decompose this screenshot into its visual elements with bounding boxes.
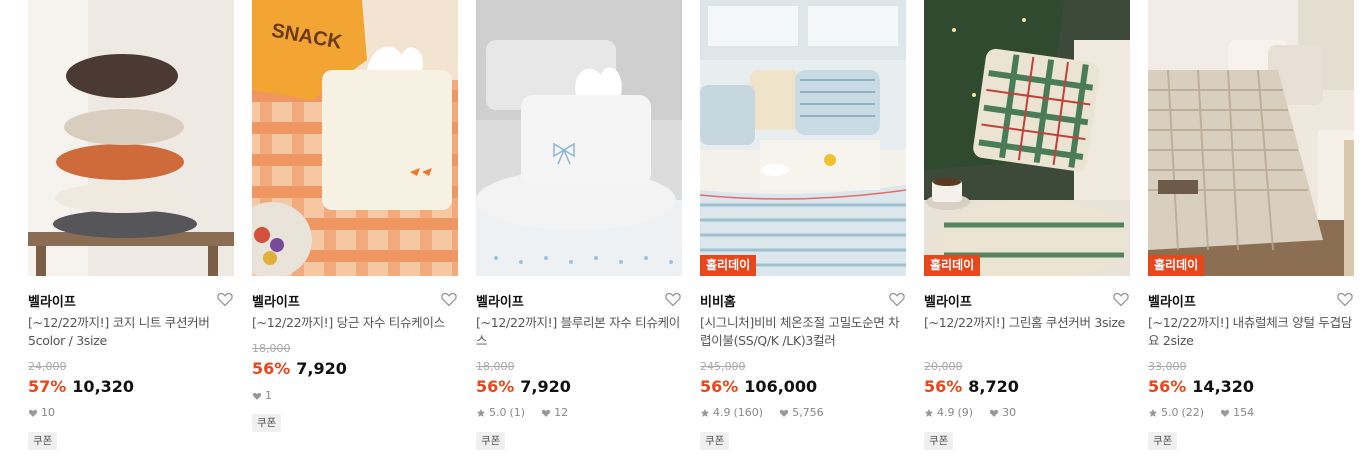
rating-score: 5.0 bbox=[489, 406, 507, 419]
product-image[interactable]: 홀리데이 bbox=[1148, 0, 1354, 276]
coupon-badge[interactable]: 쿠폰 bbox=[924, 432, 954, 450]
product-meta: 4.9 (9) 30 bbox=[924, 406, 1016, 419]
product-meta: 1 bbox=[252, 389, 272, 402]
sale-price: 14,320 bbox=[1192, 377, 1255, 396]
price-block: 33,000 56% 14,320 bbox=[1148, 360, 1354, 397]
original-price: 245,000 bbox=[700, 360, 746, 373]
like-count: 154 bbox=[1233, 406, 1255, 419]
brand-name[interactable]: 벨라이프 bbox=[476, 291, 524, 310]
product-meta: 10 bbox=[28, 406, 55, 419]
original-price: 20,000 bbox=[924, 360, 963, 373]
like-count: 1 bbox=[265, 389, 272, 402]
brand-name[interactable]: 비비홈 bbox=[700, 291, 736, 310]
coupon-badge[interactable]: 쿠폰 bbox=[476, 432, 506, 450]
discount-rate: 56% bbox=[924, 377, 963, 396]
holiday-badge: 홀리데이 bbox=[700, 255, 757, 276]
holiday-badge: 홀리데이 bbox=[1148, 255, 1205, 276]
coupon-badge[interactable]: 쿠폰 bbox=[700, 432, 730, 450]
sale-price: 7,920 bbox=[296, 359, 347, 378]
wishlist-heart-icon[interactable] bbox=[216, 290, 234, 308]
wishlist-heart-icon[interactable] bbox=[1336, 290, 1354, 308]
original-price: 24,000 bbox=[28, 360, 67, 373]
product-card[interactable]: 홀리데이 비비홈 [시그니처]비비 체온조절 고밀도순면 차렵이불(SS/Q/K… bbox=[700, 0, 906, 470]
coupon-badge[interactable]: 쿠폰 bbox=[1148, 432, 1178, 450]
product-card[interactable]: 벨라이프 [~12/22까지!] 블루리본 자수 티슈케이스 18,000 56… bbox=[476, 0, 682, 470]
like-heart-icon bbox=[28, 409, 38, 417]
review-count: (1) bbox=[509, 406, 526, 419]
star-icon bbox=[476, 408, 486, 417]
discount-rate: 56% bbox=[700, 377, 739, 396]
product-name[interactable]: [~12/22까지!] 내츄럴체크 양털 두겹담요 2size bbox=[1148, 314, 1352, 350]
product-photo: SNACK bbox=[252, 0, 458, 276]
coupon-badge[interactable]: 쿠폰 bbox=[252, 414, 282, 432]
product-card[interactable]: 홀리데이 벨라이프 [~12/22까지!] 내츄럴체크 양털 두겹담요 2siz… bbox=[1148, 0, 1354, 470]
product-name[interactable]: [~12/22까지!] 그린홈 쿠션커버 3size bbox=[924, 314, 1128, 332]
product-image[interactable] bbox=[28, 0, 234, 276]
product-photo bbox=[28, 0, 234, 276]
like-heart-icon bbox=[252, 392, 262, 400]
wishlist-heart-icon[interactable] bbox=[1112, 290, 1130, 308]
coupon-badge[interactable]: 쿠폰 bbox=[28, 432, 58, 450]
wishlist-heart-icon[interactable] bbox=[888, 290, 906, 308]
original-price: 18,000 bbox=[476, 360, 515, 373]
wishlist-heart-icon[interactable] bbox=[664, 290, 682, 308]
rating-score: 4.9 bbox=[713, 406, 731, 419]
product-name[interactable]: [~12/22까지!] 당근 자수 티슈케이스 bbox=[252, 314, 456, 332]
product-meta: 5.0 (1) 12 bbox=[476, 406, 568, 419]
sale-price: 106,000 bbox=[744, 377, 818, 396]
like-count: 10 bbox=[41, 406, 55, 419]
brand-name[interactable]: 벨라이프 bbox=[252, 291, 300, 310]
product-image[interactable]: 홀리데이 bbox=[924, 0, 1130, 276]
price-block: 245,000 56% 106,000 bbox=[700, 360, 906, 397]
price-block: 24,000 57% 10,320 bbox=[28, 360, 234, 397]
like-count: 5,756 bbox=[792, 406, 824, 419]
sale-price: 10,320 bbox=[72, 377, 135, 396]
original-price: 33,000 bbox=[1148, 360, 1187, 373]
product-card[interactable]: 홀리데이 벨라이프 [~12/22까지!] 그린홈 쿠션커버 3size 20,… bbox=[924, 0, 1130, 470]
product-image[interactable] bbox=[476, 0, 682, 276]
rating-score: 4.9 bbox=[937, 406, 955, 419]
brand-name[interactable]: 벨라이프 bbox=[1148, 291, 1196, 310]
holiday-badge: 홀리데이 bbox=[924, 255, 981, 276]
review-count: (9) bbox=[957, 406, 974, 419]
discount-rate: 56% bbox=[476, 377, 515, 396]
product-card[interactable]: 벨라이프 [~12/22까지!] 코지 니트 쿠션커버 5color / 3si… bbox=[28, 0, 234, 470]
product-image[interactable]: 홀리데이 bbox=[700, 0, 906, 276]
discount-rate: 56% bbox=[252, 359, 291, 378]
product-photo bbox=[924, 0, 1130, 276]
price-block: 18,000 56% 7,920 bbox=[252, 342, 458, 379]
review-count: (160) bbox=[733, 406, 764, 419]
product-image[interactable]: SNACK bbox=[252, 0, 458, 276]
review-count: (22) bbox=[1181, 406, 1205, 419]
rating-score: 5.0 bbox=[1161, 406, 1179, 419]
product-card[interactable]: SNACK 벨라이프 [~12/22까지!] 당근 자수 티슈케이스 18,00… bbox=[252, 0, 458, 470]
price-block: 20,000 56% 8,720 bbox=[924, 360, 1130, 397]
like-heart-icon bbox=[989, 409, 999, 417]
price-block: 18,000 56% 7,920 bbox=[476, 360, 682, 397]
like-count: 12 bbox=[554, 406, 569, 419]
like-heart-icon bbox=[541, 409, 551, 417]
product-photo bbox=[476, 0, 682, 276]
product-meta: 4.9 (160) 5,756 bbox=[700, 406, 824, 419]
like-heart-icon bbox=[779, 409, 789, 417]
original-price: 18,000 bbox=[252, 342, 291, 355]
product-name[interactable]: [~12/22까지!] 코지 니트 쿠션커버 5color / 3size bbox=[28, 314, 232, 350]
like-heart-icon bbox=[1220, 409, 1230, 417]
wishlist-heart-icon[interactable] bbox=[440, 290, 458, 308]
discount-rate: 56% bbox=[1148, 377, 1187, 396]
product-name[interactable]: [~12/22까지!] 블루리본 자수 티슈케이스 bbox=[476, 314, 680, 350]
star-icon bbox=[700, 408, 710, 417]
product-photo bbox=[700, 0, 906, 276]
product-photo bbox=[1148, 0, 1354, 276]
sale-price: 8,720 bbox=[968, 377, 1019, 396]
discount-rate: 57% bbox=[28, 377, 67, 396]
star-icon bbox=[1148, 408, 1158, 417]
product-meta: 5.0 (22) 154 bbox=[1148, 406, 1254, 419]
brand-name[interactable]: 벨라이프 bbox=[924, 291, 972, 310]
star-icon bbox=[924, 408, 934, 417]
like-count: 30 bbox=[1002, 406, 1017, 419]
brand-name[interactable]: 벨라이프 bbox=[28, 291, 76, 310]
product-name[interactable]: [시그니처]비비 체온조절 고밀도순면 차렵이불(SS/Q/K /LK)3컬러 bbox=[700, 314, 904, 350]
sale-price: 7,920 bbox=[520, 377, 571, 396]
